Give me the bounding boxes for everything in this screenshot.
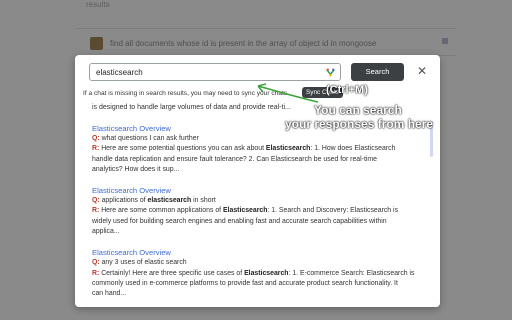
response-continued: commonly used in e-commerce platforms to… [92, 279, 398, 287]
question-text: what questions I can ask further [101, 135, 199, 142]
response-continued: applica... [92, 228, 120, 236]
result-item[interactable]: Elasticsearch Overview Q: applications o… [92, 185, 428, 237]
question-label: Q: [92, 197, 100, 205]
question-text: in short [191, 197, 216, 205]
response-label: R: [92, 269, 100, 277]
share-icon [442, 38, 448, 44]
question-label: Q: [92, 259, 100, 267]
avatar [90, 37, 103, 50]
response-text: Here are some common applications of [101, 207, 223, 215]
response-text: Here are some potential questions you ca… [101, 145, 266, 153]
microphone-icon[interactable] [325, 67, 336, 78]
background-chat-row: find all documents whose id is present i… [76, 28, 456, 56]
result-question: Q: what questions I can ask further [92, 134, 428, 144]
response-continued: can hand... [92, 290, 127, 298]
shortcut-annotation: (Ctrl+M) [326, 84, 368, 96]
background-chat-title: find all documents whose id is present i… [110, 39, 377, 48]
result-response: R: Here are some potential questions you… [92, 144, 428, 154]
response-text: : 1. E-commerce Search: Elasticsearch is [288, 269, 415, 277]
response-text: Certainly! Here are three specific use c… [101, 269, 245, 277]
search-highlight: Elasticsearch [244, 269, 289, 277]
close-icon[interactable]: ✕ [415, 64, 429, 78]
response-text: : 1. How does Elasticsearch [310, 145, 396, 153]
result-item[interactable]: Elasticsearch Overview Q: any 3 uses of … [92, 247, 428, 299]
result-response: R: Here are some common applications of … [92, 206, 428, 216]
response-continued: widely used for building search engines … [92, 217, 387, 225]
search-button[interactable]: Search [351, 63, 404, 81]
search-highlight: Elasticsearch [223, 207, 268, 215]
annotation-arrow-icon [257, 83, 319, 103]
search-highlight: Elasticsearch [265, 145, 311, 153]
result-title[interactable]: Elasticsearch Overview [92, 247, 428, 258]
result-response: R: Certainly! Here are three specific us… [92, 269, 428, 279]
response-label: R: [92, 207, 100, 215]
result-question: Q: any 3 uses of elastic search [92, 258, 428, 268]
result-title[interactable]: Elasticsearch Overview [92, 185, 428, 196]
question-text: any 3 uses of elastic search [101, 259, 187, 267]
background-text: results [86, 0, 110, 9]
search-input[interactable] [96, 67, 316, 78]
annotation-text: You can search [314, 103, 402, 117]
question-label: Q: [92, 135, 100, 142]
response-text: : 1. Search and Discovery: Elasticsearch… [267, 207, 399, 215]
response-label: R: [92, 145, 100, 153]
question-text: applications of [101, 197, 148, 205]
search-results: is designed to handle large volumes of d… [92, 103, 428, 300]
response-continued: analytics? How does it sup... [92, 165, 180, 173]
result-question: Q: applications of elasticsearch in shor… [92, 196, 428, 206]
search-highlight: elasticsearch [147, 197, 192, 205]
annotation-text: your responses from here [285, 117, 434, 131]
search-box[interactable] [89, 63, 341, 81]
response-continued: handle data replication and ensure fault… [92, 155, 377, 163]
